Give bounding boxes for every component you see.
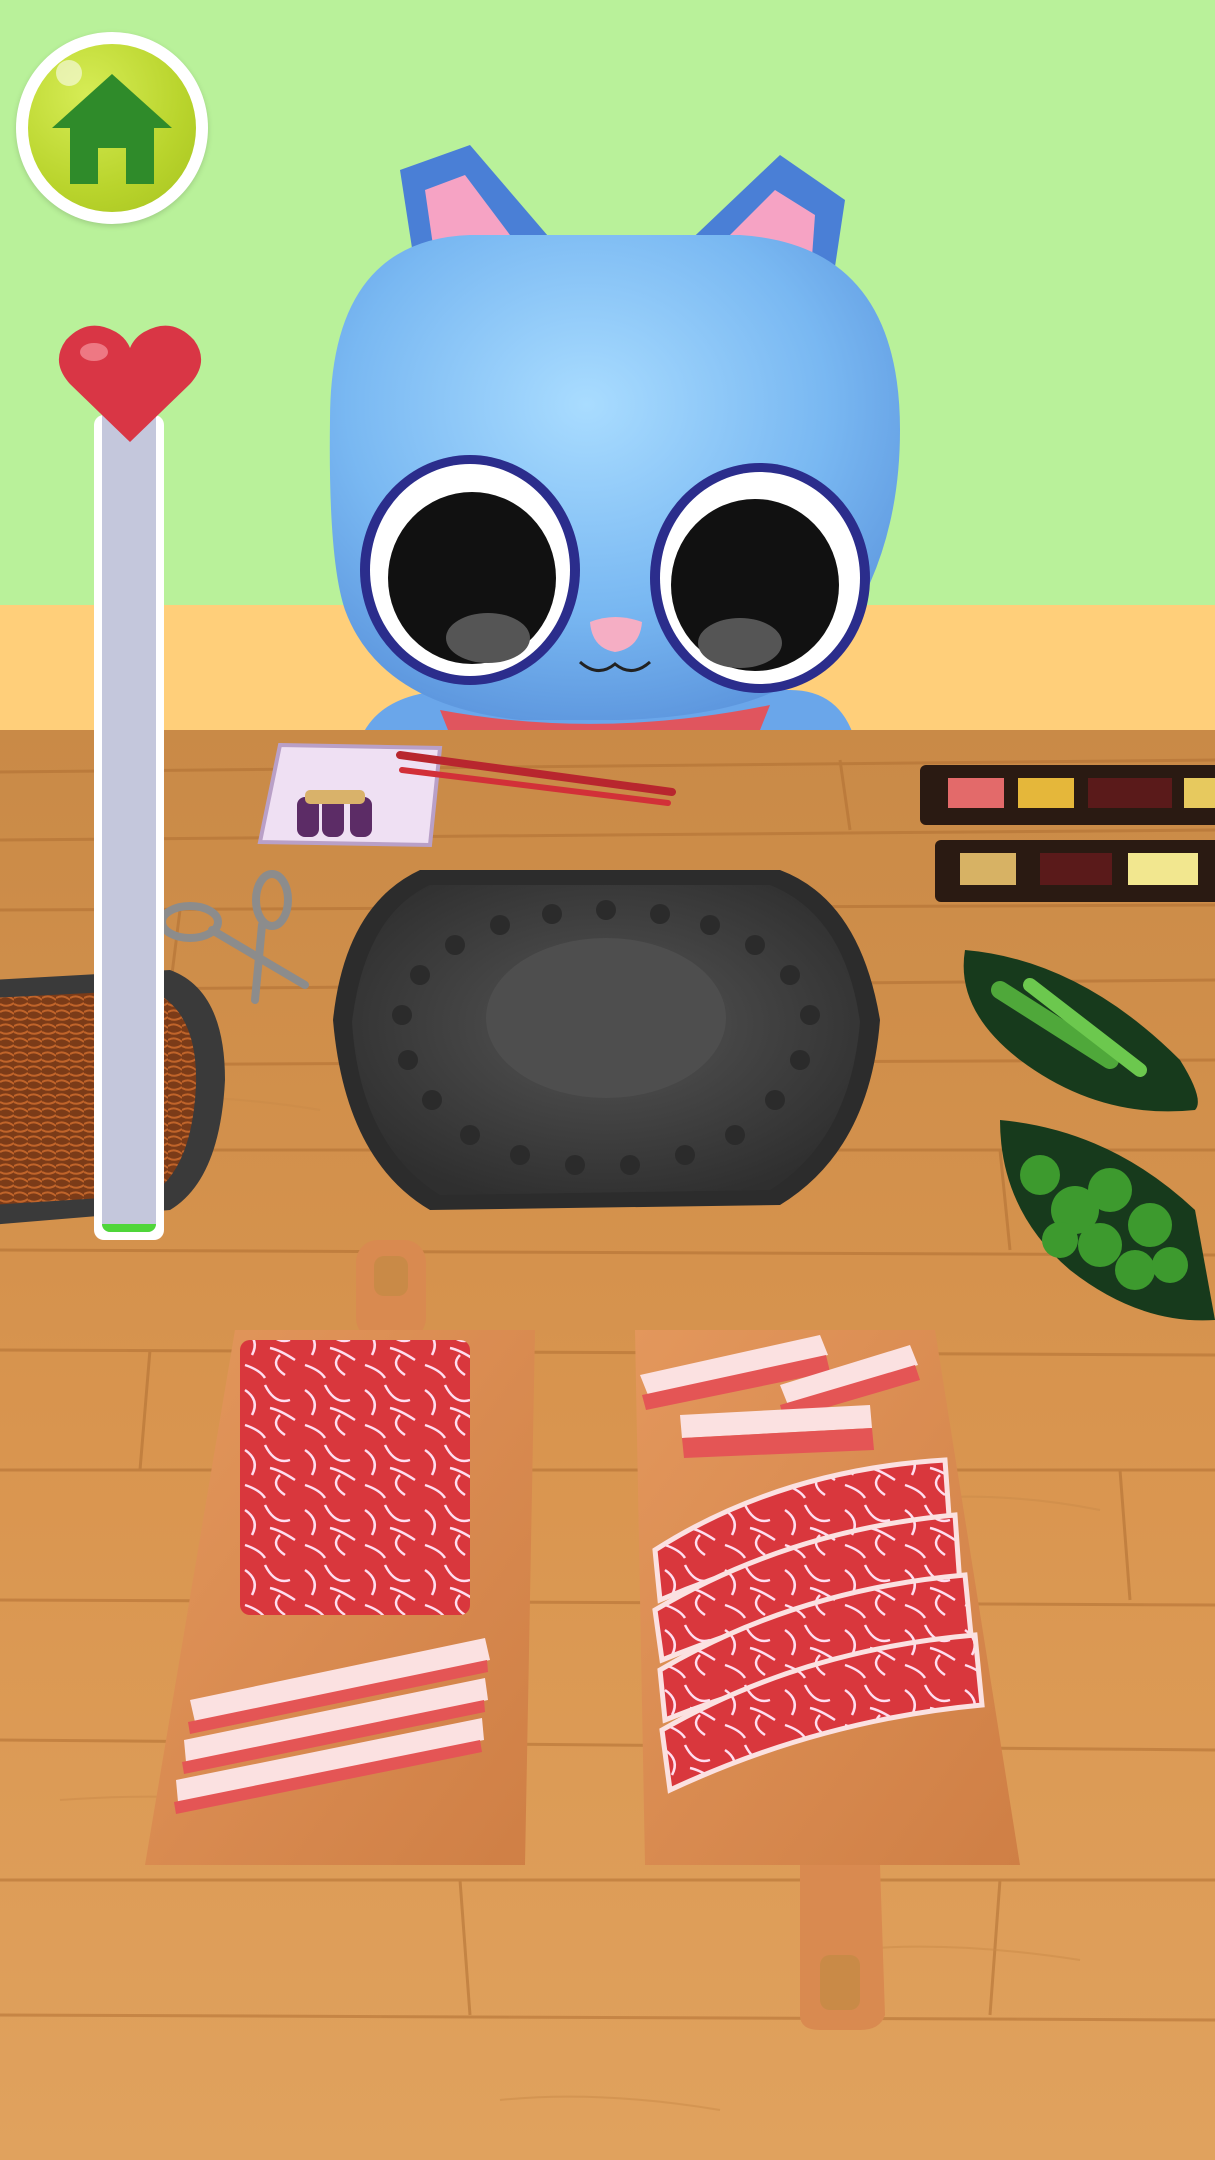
sauce-tray-top — [920, 765, 1215, 825]
affection-meter-fill — [102, 1224, 156, 1232]
sauce-tray-bottom — [935, 840, 1215, 902]
cat-character — [329, 145, 901, 747]
home-button[interactable] — [16, 32, 208, 224]
home-icon — [52, 74, 172, 184]
affection-meter — [94, 415, 164, 1240]
heart-icon — [58, 325, 202, 442]
grill-plate — [333, 870, 880, 1210]
